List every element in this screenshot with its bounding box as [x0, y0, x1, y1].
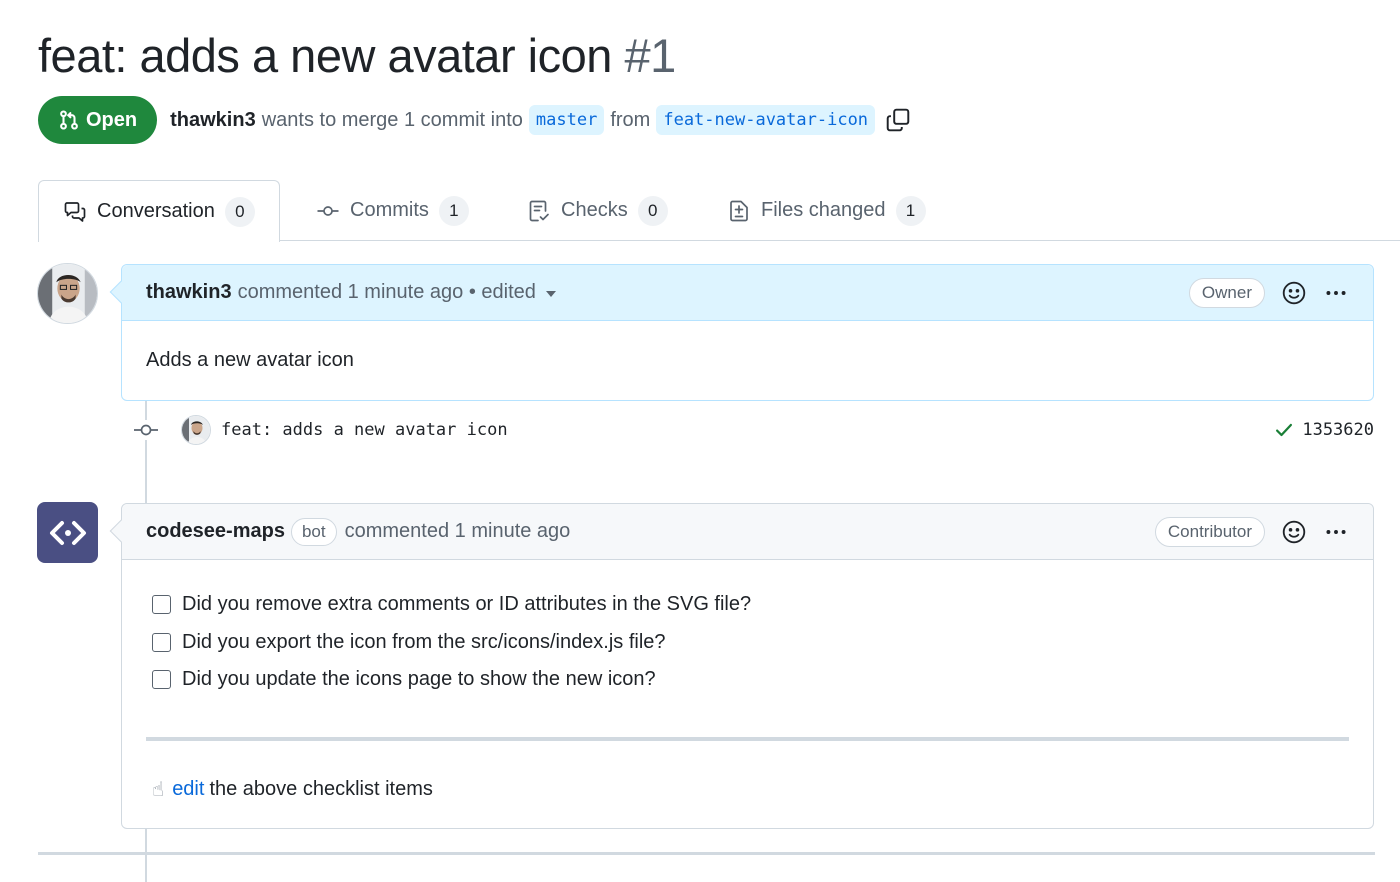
pr-meta-row: Open thawkin3 wants to merge 1 commit in…	[38, 96, 911, 144]
tab-checks-label: Checks	[561, 199, 628, 221]
file-diff-icon	[727, 199, 751, 223]
tab-commits[interactable]: Commits 1	[316, 180, 469, 241]
timeline-commit: feat: adds a new avatar icon 1353620	[132, 412, 1374, 448]
bot-badge: bot	[290, 517, 337, 546]
task-list-item: Did you remove extra comments or ID attr…	[152, 586, 1343, 624]
comment-header: codesee-maps bot commented 1 minute ago …	[122, 504, 1373, 560]
pr-title: feat: adds a new avatar icon #1	[38, 28, 676, 83]
state-label: Open	[86, 108, 138, 131]
tab-conversation[interactable]: Conversation 0	[38, 180, 280, 242]
task-label: Did you remove extra comments or ID attr…	[182, 593, 752, 616]
task-list-item: Did you update the icons page to show th…	[152, 661, 1343, 699]
comment-author[interactable]: thawkin3	[146, 281, 232, 304]
kebab-horizontal-icon[interactable]	[1323, 519, 1349, 545]
git-pull-request-icon	[58, 109, 80, 131]
tab-checks-count: 0	[637, 195, 668, 226]
comment-header: thawkin3 commented 1 minute ago • edited…	[122, 265, 1373, 321]
tab-commits-label: Commits	[350, 199, 429, 221]
from-text: from	[610, 108, 651, 131]
pr-tabs: Conversation 0 Commits 1 Checks 0 Files …	[38, 180, 1400, 242]
tab-checks[interactable]: Checks 0	[527, 180, 668, 241]
state-badge-open: Open	[38, 96, 158, 144]
timeline-divider	[38, 852, 1375, 855]
comment-bot: codesee-maps bot commented 1 minute ago …	[109, 503, 1374, 829]
merge-text: wants to merge 1 commit into	[261, 108, 523, 131]
checklist-footer: ☝ edit the above checklist items	[122, 741, 1373, 802]
comment-discussion-icon	[63, 200, 87, 224]
git-commit-icon	[132, 420, 160, 440]
task-label: Did you export the icon from the src/ico…	[182, 630, 666, 653]
tab-commits-count: 1	[438, 195, 469, 226]
task-checkbox[interactable]	[152, 670, 171, 690]
task-list-item: Did you export the icon from the src/ico…	[152, 624, 1343, 662]
edited-dropdown-icon[interactable]	[545, 291, 556, 297]
git-commit-icon	[316, 199, 340, 223]
tab-files-changed-count: 1	[895, 195, 926, 226]
task-list: Did you remove extra comments or ID attr…	[122, 560, 1373, 699]
pr-number: #1	[624, 29, 676, 82]
comment-action: commented 1 minute ago • edited	[237, 281, 536, 303]
task-checkbox[interactable]	[152, 595, 171, 615]
tab-files-changed-label: Files changed	[761, 199, 886, 221]
bot-avatar[interactable]	[37, 502, 98, 563]
check-icon[interactable]	[1274, 420, 1294, 440]
pr-title-text: feat: adds a new avatar icon	[38, 29, 612, 82]
comment-body: Adds a new avatar icon	[146, 349, 354, 371]
task-checkbox[interactable]	[152, 632, 171, 652]
commit-status: 1353620	[1274, 420, 1374, 440]
avatar[interactable]	[37, 263, 98, 324]
pr-author-link[interactable]: thawkin3	[170, 109, 256, 132]
head-branch[interactable]: feat-new-avatar-icon	[656, 105, 876, 135]
base-branch[interactable]: master	[528, 105, 605, 135]
edit-checklist-link[interactable]: edit	[172, 778, 204, 801]
codesee-logo-icon	[48, 513, 88, 553]
smiley-icon[interactable]	[1281, 519, 1307, 545]
task-label: Did you update the icons page to show th…	[182, 668, 656, 691]
pointing-hand-icon: ☝	[152, 778, 165, 801]
smiley-icon[interactable]	[1281, 280, 1307, 306]
commit-sha-link[interactable]: 1353620	[1302, 420, 1374, 440]
tab-conversation-label: Conversation	[97, 200, 215, 222]
tab-conversation-count: 0	[224, 196, 255, 227]
contributor-badge: Contributor	[1154, 516, 1265, 547]
owner-badge: Owner	[1188, 277, 1265, 308]
tab-files-changed[interactable]: Files changed 1	[727, 180, 926, 241]
checklist-footer-text: the above checklist items	[209, 777, 433, 800]
copy-icon[interactable]	[885, 107, 911, 133]
comment-author[interactable]: codesee-maps	[146, 520, 285, 543]
avatar[interactable]	[181, 415, 211, 445]
commit-message-link[interactable]: feat: adds a new avatar icon	[221, 420, 508, 440]
kebab-horizontal-icon[interactable]	[1323, 280, 1349, 306]
comment-action: commented 1 minute ago	[344, 520, 571, 542]
comment-owner: thawkin3 commented 1 minute ago • edited…	[109, 264, 1374, 401]
checklist-icon	[527, 199, 551, 223]
